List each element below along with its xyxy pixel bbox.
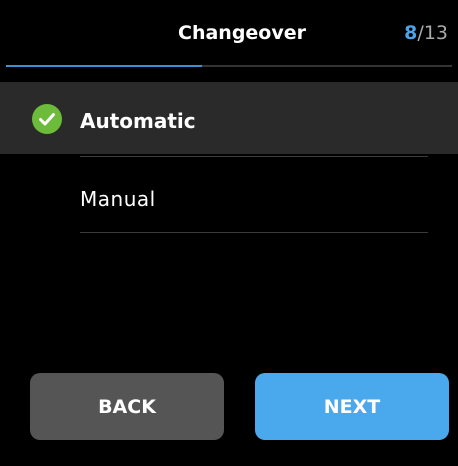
next-button[interactable]: NEXT bbox=[255, 373, 449, 440]
progress-fill bbox=[6, 65, 203, 67]
check-circle-icon bbox=[32, 104, 62, 134]
divider bbox=[80, 232, 428, 233]
back-button[interactable]: BACK bbox=[30, 373, 224, 440]
option-label: Automatic bbox=[80, 109, 196, 133]
step-current: 8 bbox=[404, 22, 418, 44]
page-title: Changeover bbox=[178, 22, 306, 44]
option-automatic[interactable]: Automatic bbox=[0, 82, 458, 154]
progress-bar bbox=[6, 65, 452, 67]
option-label: Manual bbox=[80, 187, 156, 211]
wizard-header: Changeover 8/13 bbox=[0, 0, 458, 70]
option-manual[interactable]: Manual bbox=[0, 157, 458, 233]
step-counter: 8/13 bbox=[404, 22, 448, 44]
step-total: 13 bbox=[423, 22, 448, 44]
